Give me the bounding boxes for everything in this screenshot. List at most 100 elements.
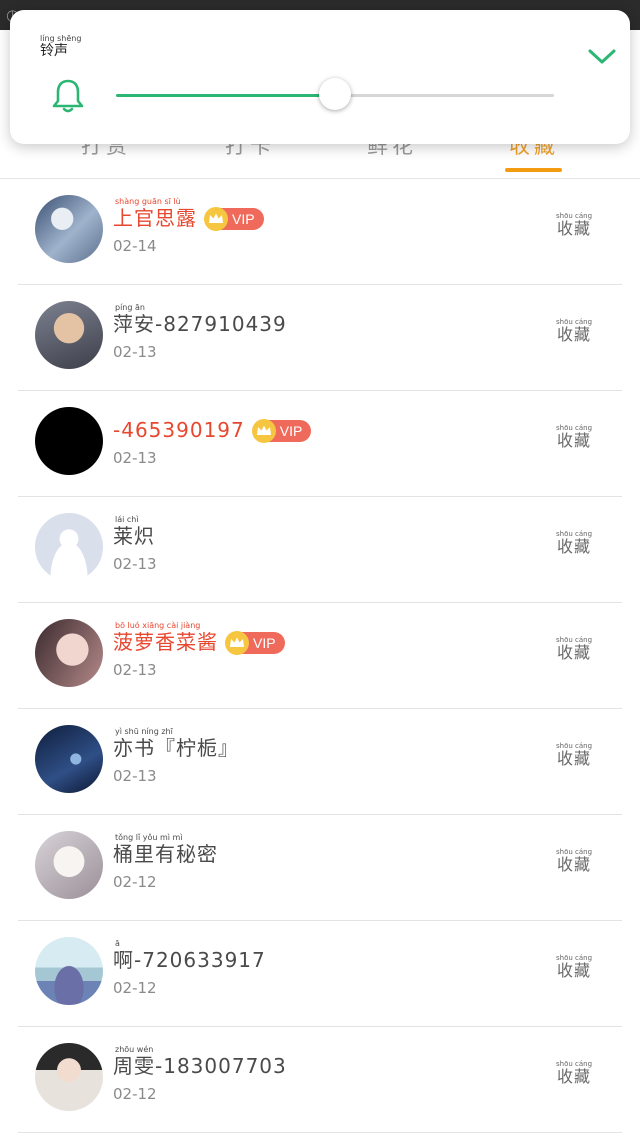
follow-date: 02-12 — [113, 873, 157, 891]
user-name-wrap: ā 啊-720633917 — [113, 939, 266, 972]
user-name[interactable]: 菠萝香菜酱 — [113, 630, 218, 654]
user-name[interactable]: 亦书『柠栀』 — [113, 736, 239, 760]
follow-date: 02-13 — [113, 661, 157, 679]
vip-badge: VIP — [204, 207, 264, 231]
list-item[interactable]: shàng guān sī lù 上官思露 VIP 02-14 shōu cán… — [18, 179, 622, 285]
follow-date: 02-12 — [113, 979, 157, 997]
user-name[interactable]: 莱炽 — [113, 524, 155, 548]
crown-icon — [251, 419, 276, 443]
user-name[interactable]: 啊-720633917 — [113, 948, 266, 972]
vip-badge: VIP — [225, 631, 285, 655]
follow-date: 02-13 — [113, 343, 157, 361]
favorite-label: 收藏 — [557, 431, 592, 450]
favorite-label: 收藏 — [557, 855, 592, 874]
user-name[interactable]: 桶里有秘密 — [113, 842, 218, 866]
list-item[interactable]: bō luó xiāng cài jiàng 菠萝香菜酱 VIP 02-13 s… — [18, 603, 622, 709]
favorite-button[interactable]: shōu cáng 收藏 — [556, 530, 592, 556]
avatar[interactable] — [35, 725, 103, 793]
list-item[interactable]: tǒng lǐ yǒu mì mì 桶里有秘密 02-12 shōu cáng … — [18, 815, 622, 921]
user-name-pinyin: bō luó xiāng cài jiàng — [115, 621, 201, 630]
vip-label: VIP — [253, 635, 276, 651]
user-name-block: lái chì 莱炽 — [113, 515, 155, 548]
user-name-block: ā 啊-720633917 — [113, 939, 266, 972]
list-item[interactable]: píng ān 萍安-827910439 02-13 shōu cáng 收藏 — [18, 285, 622, 391]
user-name-pinyin — [113, 409, 245, 418]
follow-date: 02-12 — [113, 1085, 157, 1103]
user-name[interactable]: 周雯-183007703 — [113, 1054, 287, 1078]
user-name-pinyin: lái chì — [115, 515, 139, 524]
favorites-list: shàng guān sī lù 上官思露 VIP 02-14 shōu cán… — [0, 179, 640, 1133]
avatar[interactable] — [35, 831, 103, 899]
user-name-block: yì shū níng zhī 亦书『柠栀』 — [113, 727, 239, 760]
user-name-wrap: shàng guān sī lù 上官思露 — [113, 197, 197, 230]
user-name-pinyin: shàng guān sī lù — [115, 197, 181, 206]
user-name-block: shàng guān sī lù 上官思露 VIP — [113, 197, 264, 231]
favorite-button[interactable]: shōu cáng 收藏 — [556, 742, 592, 768]
favorite-label: 收藏 — [557, 325, 592, 344]
user-name-wrap: tǒng lǐ yǒu mì mì 桶里有秘密 — [113, 833, 218, 866]
crown-icon — [204, 207, 228, 231]
user-name-block: píng ān 萍安-827910439 — [113, 303, 287, 336]
avatar[interactable] — [35, 1043, 103, 1111]
user-name-pinyin: ā — [115, 939, 120, 948]
user-name[interactable]: 上官思露 — [113, 206, 197, 230]
list-item[interactable]: lái chì 莱炽 02-13 shōu cáng 收藏 — [18, 497, 622, 603]
avatar[interactable] — [35, 937, 103, 1005]
user-name-block: bō luó xiāng cài jiàng 菠萝香菜酱 VIP — [113, 621, 285, 655]
volume-title-text: 铃声 — [40, 43, 68, 59]
favorite-button[interactable]: shōu cáng 收藏 — [556, 318, 592, 344]
list-item[interactable]: zhōu wén 周雯-183007703 02-12 shōu cáng 收藏 — [18, 1027, 622, 1133]
user-name-pinyin: yì shū níng zhī — [115, 727, 173, 736]
chevron-down-icon[interactable] — [585, 42, 619, 70]
avatar[interactable] — [35, 513, 103, 581]
volume-panel: líng shēng 铃声 — [10, 10, 630, 144]
favorite-label: 收藏 — [557, 537, 592, 556]
follow-date: 02-13 — [113, 449, 157, 467]
slider-fill — [116, 94, 335, 97]
crown-icon — [225, 631, 249, 655]
favorite-label: 收藏 — [557, 1067, 592, 1086]
avatar[interactable] — [35, 619, 103, 687]
user-name-wrap: yì shū níng zhī 亦书『柠栀』 — [113, 727, 239, 760]
avatar[interactable] — [35, 195, 103, 263]
user-name[interactable]: -465390197 — [113, 418, 245, 442]
favorite-button[interactable]: shōu cáng 收藏 — [556, 848, 592, 874]
ringtone-volume-slider[interactable] — [116, 78, 554, 110]
favorite-button[interactable]: shōu cáng 收藏 — [556, 636, 592, 662]
user-name-wrap: -465390197 — [113, 409, 245, 442]
volume-title-pinyin: líng shēng — [40, 34, 82, 43]
user-name-block: -465390197 VIP — [113, 409, 312, 443]
vip-label: VIP — [232, 211, 255, 227]
favorite-label: 收藏 — [557, 749, 592, 768]
slider-thumb[interactable] — [319, 78, 351, 110]
tab-active-indicator — [505, 168, 562, 172]
list-item[interactable]: -465390197 VIP 02-13 shōu cáng 收藏 — [18, 391, 622, 497]
user-name-block: zhōu wén 周雯-183007703 — [113, 1045, 287, 1078]
user-name-pinyin: zhōu wén — [115, 1045, 154, 1054]
user-name-wrap: zhōu wén 周雯-183007703 — [113, 1045, 287, 1078]
vip-badge: VIP — [251, 419, 312, 443]
volume-panel-title: líng shēng 铃声 — [40, 34, 81, 59]
avatar[interactable] — [35, 407, 103, 475]
favorite-button[interactable]: shōu cáng 收藏 — [556, 424, 592, 450]
favorite-label: 收藏 — [557, 961, 592, 980]
bell-icon — [52, 79, 84, 113]
follow-date: 02-13 — [113, 767, 157, 785]
list-item[interactable]: ā 啊-720633917 02-12 shōu cáng 收藏 — [18, 921, 622, 1027]
user-name-block: tǒng lǐ yǒu mì mì 桶里有秘密 — [113, 833, 218, 866]
favorite-button[interactable]: shōu cáng 收藏 — [556, 1060, 592, 1086]
favorite-label: 收藏 — [557, 219, 592, 238]
favorite-label: 收藏 — [557, 643, 592, 662]
user-name-pinyin: píng ān — [115, 303, 145, 312]
user-name-wrap: lái chì 莱炽 — [113, 515, 155, 548]
user-name-wrap: píng ān 萍安-827910439 — [113, 303, 287, 336]
list-item[interactable]: yì shū níng zhī 亦书『柠栀』 02-13 shōu cáng 收… — [18, 709, 622, 815]
user-name[interactable]: 萍安-827910439 — [113, 312, 287, 336]
favorite-button[interactable]: shōu cáng 收藏 — [556, 212, 592, 238]
follow-date: 02-14 — [113, 237, 157, 255]
user-name-wrap: bō luó xiāng cài jiàng 菠萝香菜酱 — [113, 621, 218, 654]
follow-date: 02-13 — [113, 555, 157, 573]
vip-label: VIP — [279, 423, 303, 439]
favorite-button[interactable]: shōu cáng 收藏 — [556, 954, 592, 980]
avatar[interactable] — [35, 301, 103, 369]
